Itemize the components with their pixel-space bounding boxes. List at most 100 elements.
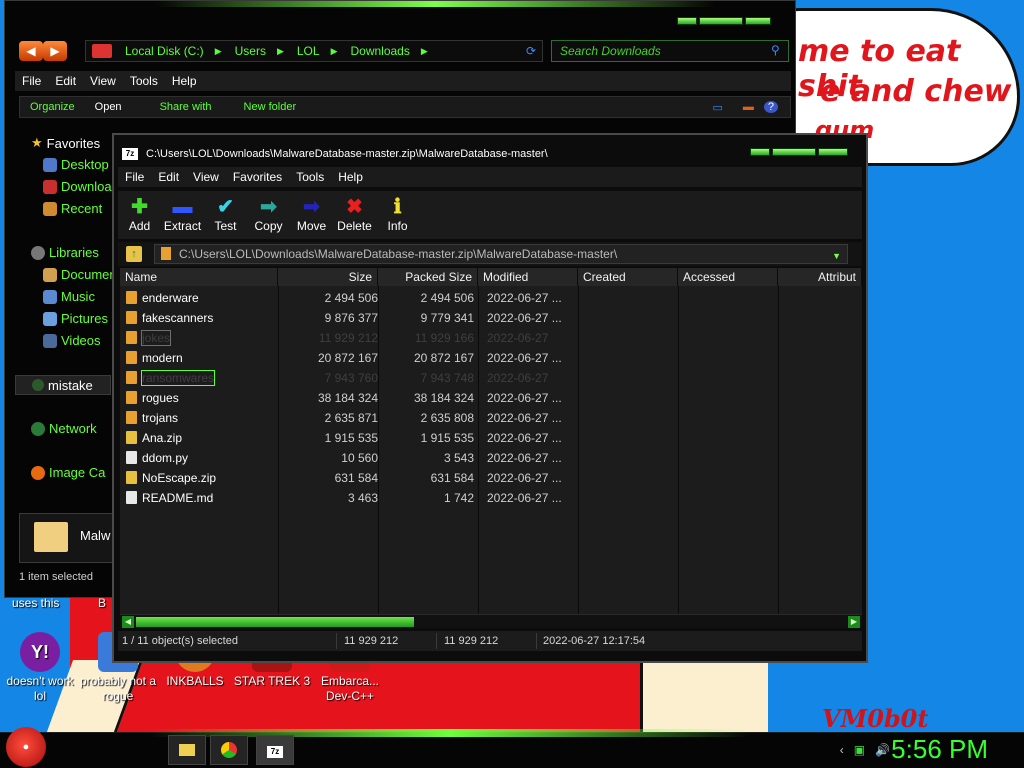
file-row[interactable]: ddom.py 10 560 3 543 2022-06-27 ... xyxy=(120,448,862,468)
scroll-thumb[interactable] xyxy=(136,617,414,627)
nav-image-capture[interactable]: Image Ca xyxy=(31,465,105,480)
nav-pictures[interactable]: Pictures xyxy=(43,311,108,326)
close-button[interactable] xyxy=(745,17,771,25)
menu-edit[interactable]: Edit xyxy=(48,74,83,88)
taskbar-explorer[interactable] xyxy=(168,735,206,765)
breadcrumb-lol[interactable]: LOL xyxy=(284,44,331,58)
network-tray-icon[interactable]: ▣ xyxy=(854,743,865,757)
status-modified: 2022-06-27 12:17:54 xyxy=(543,635,646,647)
file-size: 9 876 377 xyxy=(324,311,378,325)
column-created[interactable]: Created xyxy=(578,268,678,286)
toolbar-info-button[interactable]: ℹ Info xyxy=(376,191,419,239)
forward-button[interactable]: ▶ xyxy=(43,41,67,61)
breadcrumb-local-disk[interactable]: Local Disk (C:) xyxy=(112,44,215,58)
file-row[interactable]: modern 20 872 167 20 872 167 2022-06-27 ... xyxy=(120,348,862,368)
file-name: trojans xyxy=(142,411,179,425)
nav-videos[interactable]: Videos xyxy=(43,333,101,348)
share-with-button[interactable]: Share with xyxy=(150,101,222,113)
preview-pane-icon[interactable]: ▬ xyxy=(733,101,764,113)
refresh-icon[interactable]: ⟳ xyxy=(526,44,536,58)
search-icon[interactable]: ⚲ xyxy=(771,43,780,57)
file-row[interactable]: Ana.zip 1 915 535 1 915 535 2022-06-27 ... xyxy=(120,428,862,448)
file-packed: 1 742 xyxy=(443,491,474,505)
toolbar-copy-button[interactable]: ➡ Copy xyxy=(247,191,290,239)
nav-favorites[interactable]: ★ Favorites xyxy=(31,135,100,151)
volume-icon[interactable]: 🔊 xyxy=(875,743,890,757)
file-name: NoEscape.zip xyxy=(142,471,217,485)
menu-file[interactable]: File xyxy=(15,74,48,88)
column-modified[interactable]: Modified xyxy=(478,268,578,286)
minimize-button[interactable] xyxy=(677,17,697,25)
zip-menu-favorites[interactable]: Favorites xyxy=(226,170,289,184)
file-row[interactable]: rogues 38 184 324 38 184 324 2022-06-27 ... xyxy=(120,388,862,408)
zip-menu-tools[interactable]: Tools xyxy=(289,170,331,184)
zip-menu-help[interactable]: Help xyxy=(331,170,370,184)
menu-tools[interactable]: Tools xyxy=(123,74,165,88)
breadcrumb-downloads[interactable]: Downloads xyxy=(337,44,420,58)
status-size: 11 929 212 xyxy=(344,635,399,647)
zip-menu-file[interactable]: File xyxy=(118,170,151,184)
column-name[interactable]: Name xyxy=(120,268,278,286)
clock[interactable]: 5:56 PM xyxy=(891,734,988,765)
taskbar-7zip[interactable]: 7z xyxy=(256,735,294,765)
scroll-right-button[interactable]: ▶ xyxy=(848,616,860,628)
file-row[interactable]: jokes 11 929 212 11 929 166 2022-06-27 xyxy=(120,328,862,348)
menu-help[interactable]: Help xyxy=(165,74,204,88)
chevron-down-icon[interactable]: ▼ xyxy=(832,247,841,265)
taskbar-chrome[interactable] xyxy=(210,735,248,765)
zip-path-input[interactable]: C:\Users\LOL\Downloads\MalwareDatabase-m… xyxy=(154,244,848,264)
sevenzip-window[interactable]: 7z C:\Users\LOL\Downloads\MalwareDatabas… xyxy=(112,133,868,663)
view-icon[interactable]: ▭ xyxy=(702,101,732,114)
toolbar-extract-button[interactable]: ▬ Extract xyxy=(161,191,204,239)
horizontal-scrollbar[interactable]: ◀ ▶ xyxy=(120,614,862,628)
explorer-address-bar[interactable]: Local Disk (C:) ▶ Users ▶ LOL ▶ Download… xyxy=(85,40,543,62)
column-accessed[interactable]: Accessed xyxy=(678,268,778,286)
libraries-icon xyxy=(31,245,45,260)
toolbar-add-button[interactable]: ✚ Add xyxy=(118,191,161,239)
column-size[interactable]: Size xyxy=(278,268,378,286)
sevenzip-logo-icon: 7z xyxy=(267,746,283,758)
angry-bird-start-icon[interactable]: ● xyxy=(6,727,46,767)
nav-network[interactable]: Network xyxy=(31,421,97,436)
toolbar-test-button[interactable]: ✔ Test xyxy=(204,191,247,239)
file-list[interactable]: Name Size Packed Size Modified Created A… xyxy=(120,268,862,614)
organize-button[interactable]: Organize xyxy=(20,101,85,113)
open-button[interactable]: Open xyxy=(85,101,132,113)
new-folder-button[interactable]: New folder xyxy=(234,101,307,113)
zip-maximize-button[interactable] xyxy=(772,148,816,156)
nav-music[interactable]: Music xyxy=(43,289,95,304)
toolbar-delete-button[interactable]: ✖ Delete xyxy=(333,191,376,239)
nav-desktop[interactable]: Desktop xyxy=(43,157,109,172)
file-row[interactable]: enderware 2 494 506 2 494 506 2022-06-27 ..… xyxy=(120,288,862,308)
folder-up-icon[interactable]: ↑ xyxy=(126,246,142,262)
tray-arrow-icon[interactable]: ‹ xyxy=(840,743,844,757)
back-button[interactable]: ◀ xyxy=(19,41,43,61)
maximize-button[interactable] xyxy=(699,17,743,25)
nav-recent[interactable]: Recent xyxy=(43,201,102,216)
zip-minimize-button[interactable] xyxy=(750,148,770,156)
zip-menu-edit[interactable]: Edit xyxy=(151,170,186,184)
scroll-left-button[interactable]: ◀ xyxy=(122,616,134,628)
desktop-icon-yahoo[interactable]: Y! doesn't work lol xyxy=(0,632,80,704)
file-packed: 3 543 xyxy=(443,451,474,465)
column-attributes[interactable]: Attribut xyxy=(778,268,862,286)
zip-close-button[interactable] xyxy=(818,148,848,156)
file-modified: 2022-06-27 ... xyxy=(487,291,562,305)
star-icon: ★ xyxy=(31,135,43,150)
toolbar-move-button[interactable]: ➡ Move xyxy=(290,191,333,239)
file-row[interactable]: ransomwares 7 943 760 7 943 748 2022-06-27 xyxy=(120,368,862,388)
breadcrumb-users[interactable]: Users xyxy=(222,44,277,58)
desktop-icon xyxy=(43,157,57,172)
nav-libraries[interactable]: Libraries xyxy=(31,245,99,260)
column-packed-size[interactable]: Packed Size xyxy=(378,268,478,286)
help-icon[interactable]: ? xyxy=(763,101,778,113)
file-row[interactable]: README.md 3 463 1 742 2022-06-27 ... xyxy=(120,488,862,508)
file-row[interactable]: trojans 2 635 871 2 635 808 2022-06-27 ... xyxy=(120,408,862,428)
nav-homegroup-mistake[interactable]: mistake xyxy=(15,375,111,395)
zip-menu-view[interactable]: View xyxy=(186,170,226,184)
yahoo-messenger-icon: Y! xyxy=(20,632,60,672)
menu-view[interactable]: View xyxy=(83,74,123,88)
search-input[interactable]: Search Downloads xyxy=(551,40,789,62)
file-row[interactable]: fakescanners 9 876 377 9 779 341 2022-06-27… xyxy=(120,308,862,328)
file-row[interactable]: NoEscape.zip 631 584 631 584 2022-06-27 ... xyxy=(120,468,862,488)
